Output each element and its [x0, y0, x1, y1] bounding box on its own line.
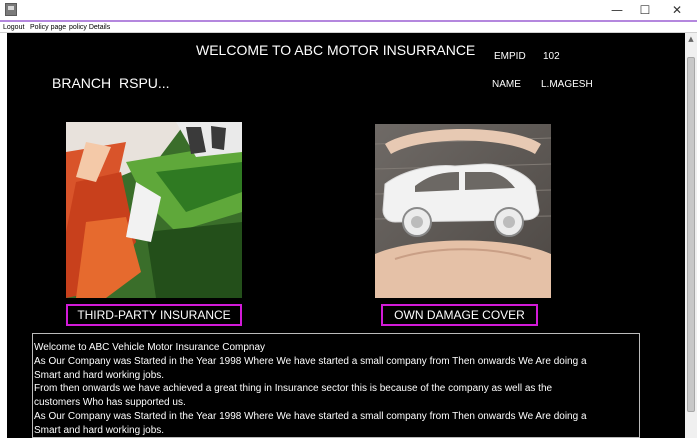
menu-item-policy-details[interactable]: policy Details — [69, 22, 110, 33]
empid-value: 102 — [543, 51, 560, 62]
name-label: NAME — [492, 79, 521, 90]
branch-label: BRANCH — [52, 75, 112, 91]
description-line: As Our Company was Started in the Year 1… — [34, 355, 587, 367]
description-line: customers Who has supported us. — [34, 397, 186, 409]
menu-item-policy-page[interactable]: Policy page — [30, 22, 66, 33]
description-line: Welcome to ABC Vehicle Motor Insurance C… — [34, 342, 266, 353]
menu-bar: Logout Policy page policy Details — [0, 20, 697, 33]
name-value: L.MAGESH — [541, 79, 593, 90]
company-description-textarea[interactable]: Welcome to ABC Vehicle Motor Insurance C… — [32, 333, 640, 438]
scroll-up-arrow-icon[interactable]: ▲ — [685, 33, 697, 45]
description-line: Smart and hard working jobs. — [34, 424, 165, 436]
third-party-insurance-button[interactable]: THIRD-PARTY INSURANCE — [66, 304, 242, 326]
title-bar: — ☐ ✕ — [0, 0, 697, 20]
description-line: Smart and hard working jobs. — [34, 369, 165, 381]
own-damage-cover-button[interactable]: OWN DAMAGE COVER — [381, 304, 538, 326]
close-button[interactable]: ✕ — [660, 0, 694, 20]
scroll-thumb[interactable] — [687, 57, 695, 412]
third-party-image[interactable] — [66, 122, 242, 298]
menu-item-logout[interactable]: Logout — [3, 22, 24, 33]
branch-value: RSPU... — [119, 75, 170, 91]
empid-label: EMPID — [494, 51, 526, 62]
description-line: From then onwards we have achieved a gre… — [34, 383, 553, 395]
vertical-scrollbar[interactable]: ▲ — [685, 33, 697, 438]
java-app-icon — [5, 3, 17, 16]
maximize-button[interactable]: ☐ — [628, 0, 662, 20]
welcome-heading: WELCOME TO ABC MOTOR INSURRANCE — [196, 42, 476, 58]
description-line: As Our Company was Started in the Year 1… — [34, 410, 587, 422]
own-damage-image[interactable] — [375, 124, 551, 298]
